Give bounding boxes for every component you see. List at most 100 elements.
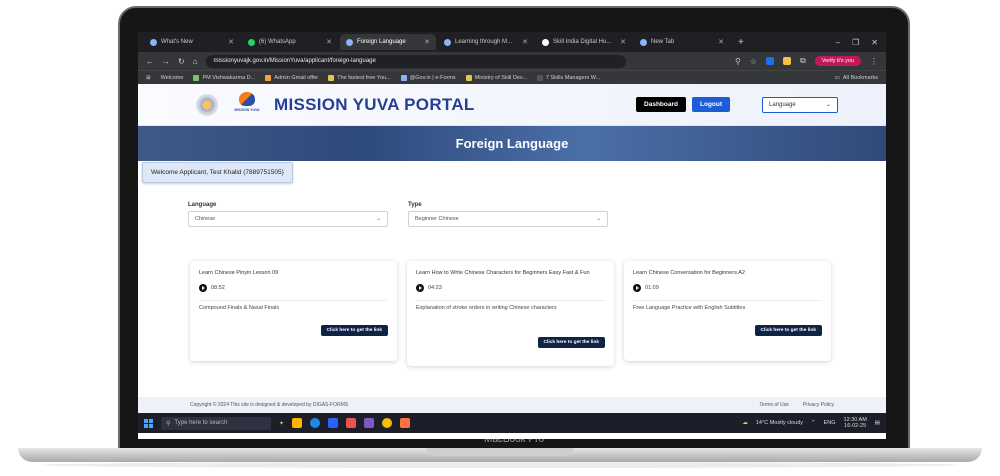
extension-icon[interactable]: [766, 57, 775, 65]
course-description: Explanation of stroke orders in writing …: [416, 300, 605, 311]
close-window-icon[interactable]: ✕: [871, 38, 878, 47]
site-header: MISSION YUVA MISSION YUVA PORTAL Dashboa…: [138, 84, 886, 126]
browser-tab[interactable]: Skill India Digital Hu... ✕: [536, 34, 632, 50]
get-link-button[interactable]: Click here to get the link: [537, 337, 605, 348]
windows-start-icon[interactable]: [144, 418, 153, 428]
welcome-message: Welcome Applicant, Test Khalid (78897515…: [142, 162, 293, 183]
type-filter-label: Type: [408, 202, 422, 208]
course-description: Free Language Practice with English Subt…: [633, 300, 822, 311]
mission-yuva-logo: MISSION YUVA: [230, 91, 264, 118]
browser-tab[interactable]: New Tab ✕: [634, 34, 730, 50]
dashboard-button[interactable]: Dashboard: [636, 97, 686, 112]
bookmark-item[interactable]: Admin Gmail offer: [265, 74, 318, 81]
language-indicator[interactable]: ENG: [824, 420, 836, 426]
close-icon[interactable]: ✕: [522, 38, 528, 46]
browser-tab[interactable]: (6) WhatsApp ✕: [242, 34, 338, 50]
browser-tab[interactable]: What's New ✕: [144, 34, 240, 50]
browser-tab[interactable]: Learning through M... ✕: [438, 34, 534, 50]
browser-tab-bar: What's New ✕ (6) WhatsApp ✕ Foreign Langua…: [138, 32, 886, 52]
laptop-notch: [426, 448, 574, 456]
extensions-puzzle-icon[interactable]: ⧉: [800, 56, 806, 66]
tab-favicon-icon: [640, 38, 647, 46]
logo-mark-icon: [239, 91, 255, 106]
language-filter-label: Language: [188, 202, 217, 208]
course-description: Compound Finals & Nasal Finals: [199, 300, 388, 311]
bookmark-item[interactable]: Welcome: [161, 75, 184, 81]
get-link-button[interactable]: Click here to get the link: [320, 325, 388, 336]
course-title: Learn How to Write Chinese Characters fo…: [416, 270, 590, 276]
browser-tab-active[interactable]: Foreign Language ✕: [340, 34, 436, 50]
course-duration: 04:23: [428, 285, 442, 291]
tab-favicon-icon: [542, 38, 549, 46]
terms-link[interactable]: Terms of Use: [759, 402, 788, 408]
course-duration: 01:09: [645, 285, 659, 291]
close-icon[interactable]: ✕: [718, 38, 724, 46]
home-icon[interactable]: ⌂: [193, 57, 198, 66]
close-icon[interactable]: ✕: [228, 38, 234, 46]
language-filter: Language Chinese ⌄: [188, 202, 388, 227]
whatsapp-icon: [248, 38, 255, 46]
tab-favicon-icon: [346, 38, 353, 46]
window-controls: – ❐ ✕: [836, 38, 886, 47]
type-filter: Type Beginner Chinese ⌄: [408, 202, 608, 227]
store-icon[interactable]: [328, 418, 339, 428]
bookmark-star-icon[interactable]: ☆: [750, 57, 757, 66]
get-link-button[interactable]: Click here to get the link: [754, 325, 822, 336]
screen: What's New ✕ (6) WhatsApp ✕ Foreign Langua…: [138, 32, 886, 439]
bookmark-item[interactable]: @Gov.in | e-Forms: [400, 74, 456, 81]
network-icon[interactable]: ⌃: [811, 420, 816, 426]
bookmark-item[interactable]: Ministry of Skill Dev...: [465, 74, 527, 81]
zoom-icon[interactable]: ⚲: [735, 57, 741, 66]
brave-icon[interactable]: [400, 418, 411, 428]
close-icon[interactable]: ✕: [620, 38, 626, 46]
chevron-down-icon: ⌄: [825, 102, 831, 108]
extension-icon[interactable]: [783, 57, 792, 65]
file-explorer-icon[interactable]: [292, 418, 303, 428]
tab-favicon-icon: [150, 38, 157, 46]
privacy-link[interactable]: Privacy Policy: [803, 402, 834, 408]
bookmark-item[interactable]: PM Vishwakarma D...: [193, 74, 255, 81]
app-icon[interactable]: [364, 418, 375, 428]
play-icon: [633, 284, 641, 292]
course-title: Learn Chinese Conversation for Beginners…: [633, 270, 745, 276]
back-icon[interactable]: ←: [146, 57, 154, 66]
chrome-icon[interactable]: [382, 418, 393, 428]
chevron-down-icon: ⌄: [596, 216, 601, 222]
forward-icon[interactable]: →: [162, 57, 170, 66]
chevron-down-icon: ⌄: [376, 216, 381, 222]
toolbar-icons: ⚲ ☆ ⧉ Verify it's you ⋮: [735, 56, 878, 66]
web-page: MISSION YUVA MISSION YUVA PORTAL Dashboa…: [138, 84, 886, 413]
url-input[interactable]: missionyuvajk.gov.in/MissionYuva/applica…: [205, 54, 626, 68]
close-icon[interactable]: ✕: [326, 38, 332, 46]
logout-button[interactable]: Logout: [691, 97, 730, 112]
menu-kebab-icon[interactable]: ⋮: [870, 57, 878, 66]
language-filter-select[interactable]: Chinese ⌄: [188, 211, 388, 227]
minimize-icon[interactable]: –: [836, 38, 840, 47]
type-filter-select[interactable]: Beginner Chinese ⌄: [408, 211, 608, 227]
edge-browser-icon[interactable]: [310, 418, 321, 428]
page-banner: Foreign Language: [138, 126, 886, 161]
bookmark-item[interactable]: The fastest free You...: [328, 74, 391, 81]
new-tab-icon[interactable]: +: [732, 37, 750, 48]
taskbar-search[interactable]: ⚲ Type here to search: [161, 416, 271, 430]
copilot-icon[interactable]: ✦: [279, 420, 284, 427]
laptop-stage: MacBook Pro What's New ✕ (6) WhatsApp ✕ Fo…: [0, 0, 1000, 476]
header-actions: Dashboard Logout Language ⌄: [636, 96, 838, 113]
weather-text[interactable]: 14°C Mostly cloudy: [756, 420, 803, 426]
course-cards: Learn Chinese Pinyin Lesson 09 08:52 Com…: [190, 261, 831, 366]
verify-identity-button[interactable]: Verify it's you: [814, 56, 861, 66]
weather-icon: ☁: [742, 420, 748, 426]
play-icon: [416, 284, 424, 292]
maximize-icon[interactable]: ❐: [852, 38, 859, 47]
apps-grid-icon[interactable]: ⊞: [146, 75, 151, 81]
language-select[interactable]: Language ⌄: [762, 96, 838, 113]
bookmark-item[interactable]: 7 Skills Managers W...: [536, 74, 600, 81]
course-duration: 08:52: [211, 285, 225, 291]
app-icon[interactable]: [346, 418, 357, 428]
copyright-text: Copyright © 2024 This site is designed &…: [190, 402, 349, 408]
reload-icon[interactable]: ↻: [178, 57, 185, 66]
close-icon[interactable]: ✕: [424, 38, 430, 46]
notification-icon[interactable]: ▤: [875, 420, 880, 426]
clock[interactable]: 12:30 AM 16-02-25: [844, 417, 867, 429]
all-bookmarks[interactable]: ▭ All Bookmarks: [835, 75, 878, 81]
